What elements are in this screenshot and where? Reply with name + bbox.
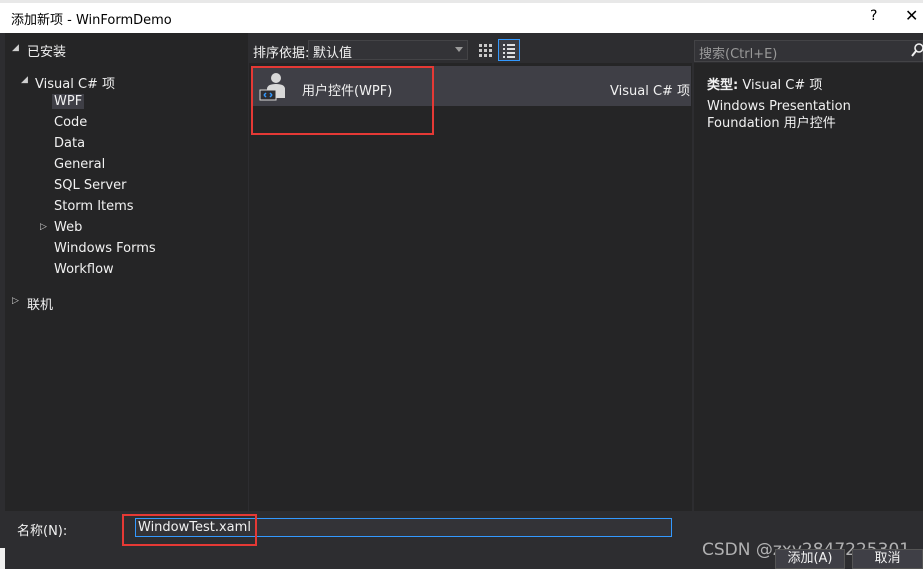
grid-view-icon (479, 44, 492, 57)
title-bar: 添加新项 - WinFormDemo ? ✕ (0, 0, 923, 33)
tree-item-wpf[interactable]: WPF (52, 94, 85, 109)
tree-item-storm-items[interactable]: Storm Items (54, 199, 134, 214)
title-bar-top-strip (0, 0, 923, 3)
tree-item-online[interactable]: 联机 (27, 294, 53, 313)
grid-view-button[interactable] (474, 39, 496, 61)
detail-type: 类型: Visual C# 项 (707, 74, 822, 93)
tree-item-windows-forms[interactable]: Windows Forms (54, 241, 156, 256)
highlight-box-name (122, 514, 257, 546)
installed-collapse-icon[interactable]: ◢ (12, 43, 19, 53)
detail-type-label: 类型: (707, 78, 739, 93)
sort-label: 排序依据: (253, 46, 310, 61)
window-title: 添加新项 - WinFormDemo (11, 13, 172, 28)
template-language: Visual C# 项 (610, 84, 691, 99)
tree-item-installed[interactable]: 已安装 (27, 41, 66, 60)
search-icon[interactable] (911, 42, 923, 58)
window-edge (0, 548, 5, 569)
tree-item-sql-server[interactable]: SQL Server (54, 178, 127, 193)
detail-type-value: Visual C# 项 (742, 78, 823, 93)
name-label: 名称(N): (17, 524, 68, 539)
cancel-button[interactable]: 取消 (852, 549, 923, 569)
close-button[interactable]: ✕ (905, 6, 918, 25)
category-tree (5, 33, 248, 511)
tree-item-general[interactable]: General (54, 157, 105, 172)
online-expand-icon[interactable]: ▷ (12, 296, 19, 306)
sort-dropdown[interactable]: 默认值 (308, 40, 468, 61)
list-view-icon (503, 44, 515, 58)
tree-item-workflow[interactable]: Workflow (54, 262, 114, 277)
search-placeholder: 搜索(Ctrl+E) (699, 47, 778, 62)
details-panel: 类型: Visual C# 项 Windows Presentation Fou… (694, 63, 923, 511)
chevron-down-icon (455, 47, 463, 52)
detail-description: Windows Presentation Foundation 用户控件 (707, 99, 851, 131)
search-box[interactable]: 搜索(Ctrl+E) (694, 40, 923, 62)
add-button[interactable]: 添加(A) (775, 549, 845, 569)
tree-item-web[interactable]: Web (54, 220, 82, 235)
highlight-box-template (251, 66, 434, 135)
help-button[interactable]: ? (870, 8, 877, 24)
tree-item-visual-csharp[interactable]: Visual C# 项 (35, 73, 115, 92)
web-expand-icon[interactable]: ▷ (40, 222, 47, 232)
visual-csharp-collapse-icon[interactable]: ◢ (21, 75, 28, 85)
list-view-button[interactable] (498, 39, 520, 61)
tree-item-code[interactable]: Code (54, 115, 87, 130)
sort-dropdown-value: 默认值 (313, 46, 353, 61)
tree-item-data[interactable]: Data (54, 136, 85, 151)
